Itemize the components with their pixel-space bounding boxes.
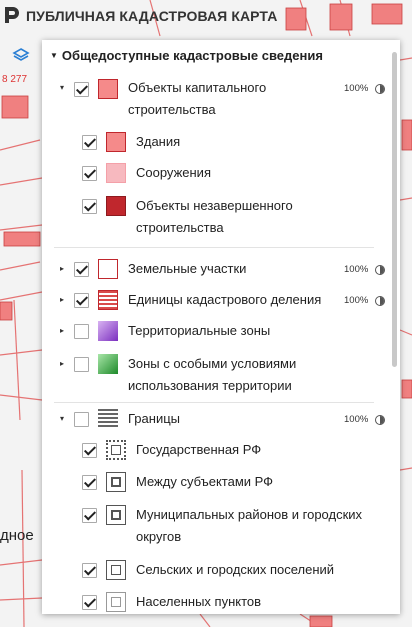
layer-checkbox[interactable]: [82, 135, 97, 150]
layer-swatch: [106, 560, 126, 580]
layer-row-borders[interactable]: ▾ Границы 100%: [42, 408, 385, 432]
chevron-right-icon[interactable]: ▸: [60, 264, 64, 273]
layer-checkbox[interactable]: [74, 82, 89, 97]
layer-swatch: [106, 132, 126, 152]
layer-checkbox[interactable]: [74, 357, 89, 372]
opacity-icon[interactable]: [375, 84, 385, 94]
layer-label: Объекты капитального строительства: [128, 80, 267, 117]
layer-swatch: [106, 440, 126, 460]
divider: [54, 402, 374, 403]
layer-row-zones[interactable]: ▸ Территориальные зоны: [42, 320, 382, 344]
parcel-number-label: 8 277: [2, 74, 28, 85]
layers-icon: [12, 48, 30, 61]
layer-checkbox[interactable]: [82, 508, 97, 523]
layer-swatch: [98, 321, 118, 341]
layer-label: Объекты незавершенного строительства: [136, 198, 293, 235]
layer-swatch: [106, 505, 126, 525]
panel-title: Общедоступные кадастровые сведения: [61, 48, 323, 63]
layer-row-subject-border[interactable]: Между субъектами РФ: [42, 471, 382, 495]
layer-label: Государственная РФ: [136, 442, 262, 457]
layer-checkbox[interactable]: [82, 166, 97, 181]
app-title: ПУБЛИЧНАЯ КАДАСТРОВАЯ КАРТА: [26, 8, 278, 24]
chevron-down-icon[interactable]: ▾: [60, 414, 64, 423]
chevron-right-icon[interactable]: ▸: [60, 295, 64, 304]
layer-checkbox[interactable]: [74, 293, 89, 308]
app-header: ПУБЛИЧНАЯ КАДАСТРОВАЯ КАРТА: [0, 0, 412, 36]
layer-checkbox[interactable]: [74, 324, 89, 339]
layer-checkbox[interactable]: [82, 199, 97, 214]
opacity-value: 100%: [344, 264, 369, 275]
layer-label: Земельные участки: [128, 261, 247, 276]
layer-swatch: [98, 259, 118, 279]
layer-row-buildings[interactable]: Здания: [42, 131, 382, 155]
chevron-right-icon[interactable]: ▸: [60, 326, 64, 335]
layer-checkbox[interactable]: [74, 412, 89, 427]
layer-swatch: [106, 196, 126, 216]
panel-scrollbar[interactable]: [392, 52, 397, 367]
layer-row-oks[interactable]: ▾ Объекты капитального строительства 100…: [42, 77, 385, 121]
layer-row-locality-border[interactable]: Населенных пунктов: [42, 591, 382, 614]
layer-row-land[interactable]: ▸ Земельные участки 100%: [42, 258, 385, 282]
layer-label: Границы: [128, 411, 180, 426]
divider: [54, 247, 374, 248]
layer-swatch: [98, 290, 118, 310]
layer-row-settlement-border[interactable]: Сельских и городских поселений: [42, 559, 382, 583]
layer-row-special-zones[interactable]: ▸ Зоны с особыми условиями использования…: [42, 353, 382, 397]
layer-label: Сооружения: [136, 165, 211, 180]
collapse-triangle-icon: ▼: [50, 51, 58, 60]
layer-label: Между субъектами РФ: [136, 474, 274, 489]
opacity-icon[interactable]: [375, 296, 385, 306]
opacity-value: 100%: [344, 414, 369, 425]
layer-row-municipal-border[interactable]: Муниципальных районов и городских округо…: [42, 504, 382, 548]
layer-label: Муниципальных районов и городских округо…: [136, 507, 363, 544]
logo-icon: [4, 6, 20, 29]
layer-row-structures[interactable]: Сооружения: [42, 162, 382, 186]
layer-swatch: [98, 79, 118, 99]
layer-checkbox[interactable]: [74, 262, 89, 277]
layer-label: Территориальные зоны: [128, 323, 271, 338]
map-place-label: дное: [0, 527, 34, 544]
layer-label: Единицы кадастрового деления: [128, 292, 322, 307]
layer-row-unfinished[interactable]: Объекты незавершенного строительства: [42, 195, 382, 239]
opacity-icon[interactable]: [375, 415, 385, 425]
layer-label: Населенных пунктов: [136, 594, 262, 609]
chevron-down-icon[interactable]: ▾: [60, 83, 64, 92]
layers-panel: ▼ Общедоступные кадастровые сведения ▾ Об…: [42, 40, 400, 614]
layer-swatch: [106, 472, 126, 492]
layer-swatch: [106, 592, 126, 612]
layer-checkbox[interactable]: [82, 443, 97, 458]
layer-swatch: [98, 409, 118, 429]
layer-checkbox[interactable]: [82, 595, 97, 610]
layer-label: Сельских и городских поселений: [136, 562, 335, 577]
layer-row-state-border[interactable]: Государственная РФ: [42, 439, 382, 463]
opacity-icon[interactable]: [375, 265, 385, 275]
opacity-value: 100%: [344, 83, 369, 94]
layer-swatch: [106, 163, 126, 183]
opacity-value: 100%: [344, 295, 369, 306]
layer-checkbox[interactable]: [82, 475, 97, 490]
chevron-right-icon[interactable]: ▸: [60, 359, 64, 368]
layer-swatch: [98, 354, 118, 374]
layers-button[interactable]: [10, 44, 32, 66]
panel-header[interactable]: ▼ Общедоступные кадастровые сведения: [50, 48, 323, 63]
layer-label: Зоны с особыми условиями использования т…: [128, 356, 297, 393]
layer-row-cadastral-units[interactable]: ▸ Единицы кадастрового деления 100%: [42, 289, 385, 313]
layer-checkbox[interactable]: [82, 563, 97, 578]
layer-label: Здания: [136, 134, 181, 149]
